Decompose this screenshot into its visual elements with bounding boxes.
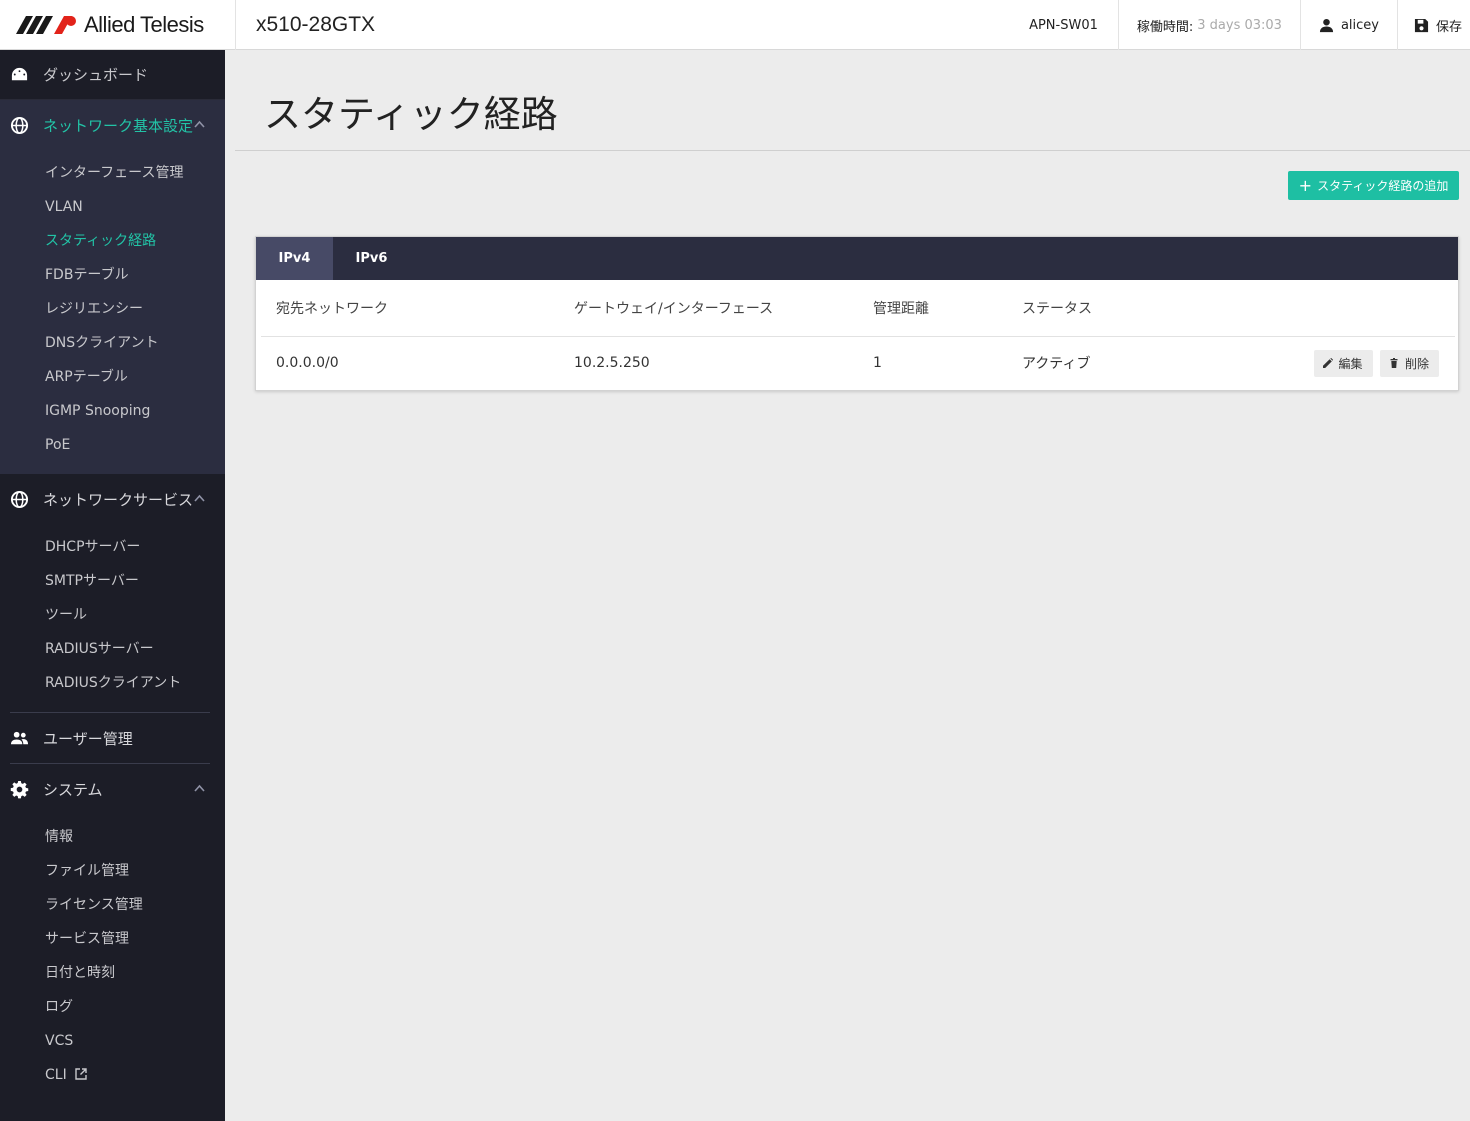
tab-ipv4[interactable]: IPv4 <box>256 237 333 280</box>
trash-icon <box>1390 358 1398 369</box>
sidebar-item-cli[interactable]: CLI <box>0 1058 225 1092</box>
edit-button[interactable]: 編集 <box>1313 349 1373 377</box>
sidebar-item-info[interactable]: 情報 <box>0 820 225 854</box>
save-button[interactable]: 保存 <box>1396 0 1470 50</box>
external-link-icon <box>75 1068 87 1080</box>
sidebar-item-vcs[interactable]: VCS <box>0 1024 225 1058</box>
floppy-disk-icon <box>1414 18 1429 32</box>
sidebar-item-radius-client[interactable]: RADIUSクライアント <box>0 666 225 700</box>
hostname-text: APN-SW01 <box>1029 17 1098 33</box>
gear-icon <box>10 780 29 798</box>
delete-button[interactable]: 削除 <box>1379 349 1439 377</box>
sidebar-item-vlan[interactable]: VLAN <box>0 190 225 224</box>
sidebar-section-label: ネットワークサービス <box>43 490 194 509</box>
sidebar-item-label: ユーザー管理 <box>43 729 133 748</box>
static-route-card: IPv4 IPv6 宛先ネットワーク ゲートウェイ/インターフェース 管理距離 … <box>255 236 1459 391</box>
sidebar-item-static-route[interactable]: スタティック経路 <box>0 224 225 258</box>
static-route-table: 宛先ネットワーク ゲートウェイ/インターフェース 管理距離 ステータス 0.0.… <box>261 280 1455 390</box>
chevron-up-icon <box>194 784 205 792</box>
sidebar-item-file-management[interactable]: ファイル管理 <box>0 854 225 888</box>
pencil-icon <box>1322 358 1333 369</box>
sidebar-item-poe[interactable]: PoE <box>0 428 225 462</box>
add-static-route-button[interactable]: + スタティック経路の追加 <box>1288 171 1459 200</box>
cell-distance: 1 <box>873 355 882 372</box>
tab-ipv6[interactable]: IPv6 <box>333 237 410 280</box>
uptime-value: 3 days 03:03 <box>1197 17 1282 33</box>
cell-status: アクティブ <box>1022 356 1091 373</box>
sidebar-submenu-network-basic: インターフェース管理 VLAN スタティック経路 FDBテーブル レジリエンシー… <box>0 150 225 474</box>
column-header-gateway[interactable]: ゲートウェイ/インターフェース <box>574 280 873 337</box>
sidebar-item-log[interactable]: ログ <box>0 990 225 1024</box>
brand-name: Allied Telesis <box>84 11 204 37</box>
speedometer-icon <box>11 67 28 81</box>
allied-telesis-logo-icon <box>16 15 76 34</box>
sidebar-item-dhcp-server[interactable]: DHCPサーバー <box>0 530 225 564</box>
save-label: 保存 <box>1435 19 1462 35</box>
brand-logo[interactable]: Allied Telesis <box>0 0 236 50</box>
cell-gateway: 10.2.5.250 <box>574 355 650 372</box>
sidebar-item-dns-client[interactable]: DNSクライアント <box>0 326 225 360</box>
globe-icon <box>10 490 29 508</box>
table-row: 0.0.0.0/0 10.2.5.250 1 アクティブ 編集 削除 <box>261 336 1455 390</box>
sidebar-item-arp-table[interactable]: ARPテーブル <box>0 360 225 394</box>
sidebar-item-date-time[interactable]: 日付と時刻 <box>0 956 225 990</box>
chevron-up-icon <box>194 494 205 502</box>
ip-version-tabs: IPv4 IPv6 <box>256 237 1458 280</box>
sidebar-item-user-management[interactable]: ユーザー管理 <box>0 713 225 763</box>
sidebar-item-interface-management[interactable]: インターフェース管理 <box>0 156 225 190</box>
sidebar-item-service-management[interactable]: サービス管理 <box>0 922 225 956</box>
cell-actions: 編集 削除 <box>1282 336 1455 390</box>
column-header-distance[interactable]: 管理距離 <box>873 280 1022 337</box>
cell-destination: 0.0.0.0/0 <box>276 355 339 372</box>
sidebar-item-label: ダッシュボード <box>43 66 149 84</box>
sidebar-section-label: システム <box>43 780 103 799</box>
sidebar-item-label: CLI <box>45 1067 67 1083</box>
top-header: Allied Telesis x510-28GTX APN-SW01 稼働時間:… <box>0 0 1470 50</box>
uptime: 稼働時間: 3 days 03:03 <box>1117 0 1300 50</box>
sidebar-item-dashboard[interactable]: ダッシュボード <box>0 50 225 100</box>
user-icon <box>1319 18 1334 32</box>
delete-label: 削除 <box>1404 356 1429 371</box>
chevron-up-icon <box>194 120 205 128</box>
user-name: alicey <box>1340 17 1379 33</box>
column-header-status[interactable]: ステータス <box>1022 280 1282 337</box>
page-title: スタティック経路 <box>264 93 558 136</box>
table-header-row: 宛先ネットワーク ゲートウェイ/インターフェース 管理距離 ステータス <box>261 280 1455 337</box>
sidebar-item-tools[interactable]: ツール <box>0 598 225 632</box>
sidebar-section-label: ネットワーク基本設定 <box>43 116 194 135</box>
users-icon <box>10 731 29 744</box>
sidebar-section-network-services: ネットワークサービス DHCPサーバー SMTPサーバー ツール RADIUSサ… <box>0 474 225 1104</box>
sidebar-item-radius-server[interactable]: RADIUSサーバー <box>0 632 225 666</box>
sidebar-section-network-services-toggle[interactable]: ネットワークサービス <box>0 474 225 524</box>
title-divider <box>235 150 1470 151</box>
sidebar-submenu-system: 情報 ファイル管理 ライセンス管理 サービス管理 日付と時刻 ログ VCS CL… <box>0 814 225 1104</box>
sidebar-item-igmp-snooping[interactable]: IGMP Snooping <box>0 394 225 428</box>
sidebar-item-fdb-table[interactable]: FDBテーブル <box>0 258 225 292</box>
plus-icon: + <box>1298 175 1313 195</box>
sidebar-section-system-toggle[interactable]: システム <box>0 764 225 814</box>
sidebar-item-smtp-server[interactable]: SMTPサーバー <box>0 564 225 598</box>
sidebar-section-network-basic: ネットワーク基本設定 インターフェース管理 VLAN スタティック経路 FDBテ… <box>0 100 225 474</box>
column-header-actions <box>1282 280 1455 337</box>
sidebar-item-resiliency[interactable]: レジリエンシー <box>0 292 225 326</box>
sidebar-submenu-network-services: DHCPサーバー SMTPサーバー ツール RADIUSサーバー RADIUSク… <box>0 524 225 712</box>
globe-icon <box>10 116 29 134</box>
hostname: APN-SW01 <box>1011 0 1118 50</box>
edit-label: 編集 <box>1338 356 1363 371</box>
sidebar-section-network-basic-toggle[interactable]: ネットワーク基本設定 <box>0 100 225 150</box>
device-model: x510-28GTX <box>256 12 376 36</box>
add-static-route-label: スタティック経路の追加 <box>1317 179 1449 193</box>
sidebar: ダッシュボード ネットワーク基本設定 インターフェース管理 VLAN スタティッ… <box>0 50 225 1121</box>
uptime-label: 稼働時間: <box>1136 19 1194 35</box>
sidebar-item-license-management[interactable]: ライセンス管理 <box>0 888 225 922</box>
user-menu[interactable]: alicey <box>1299 0 1397 50</box>
column-header-destination[interactable]: 宛先ネットワーク <box>261 280 574 337</box>
